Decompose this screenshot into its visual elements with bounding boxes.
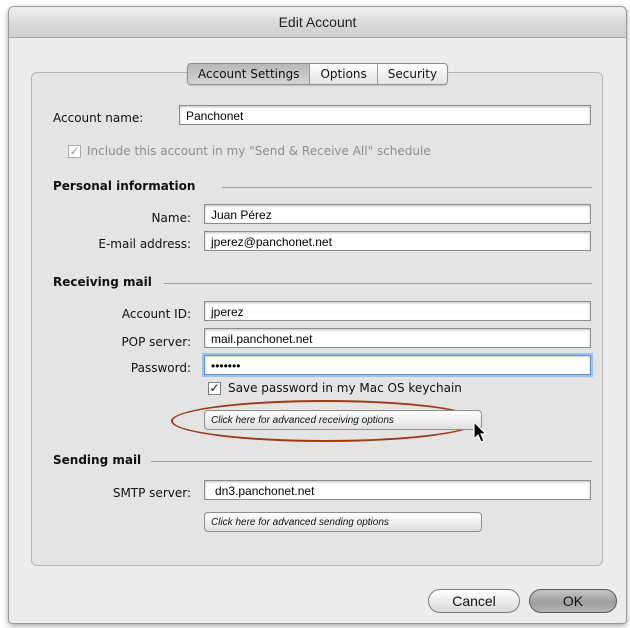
include-send-receive-label: Include this account in my "Send & Recei…	[87, 144, 431, 158]
tab-security[interactable]: Security	[376, 64, 447, 84]
include-send-receive-checkbox[interactable]: ✓	[68, 145, 81, 158]
tab-options[interactable]: Options	[309, 64, 376, 84]
sending-mail-heading: Sending mail	[53, 453, 142, 467]
email-label: E-mail address:	[98, 237, 191, 251]
password-field[interactable]: •••••••	[204, 355, 591, 375]
account-id-label: Account ID:	[121, 307, 191, 321]
sending-mail-divider	[151, 461, 592, 462]
account-name-field[interactable]: Panchonet	[179, 105, 591, 125]
smtp-server-label: SMTP server:	[112, 486, 191, 500]
cancel-button[interactable]: Cancel	[428, 589, 520, 613]
email-field[interactable]: jperez@panchonet.net	[204, 231, 591, 251]
smtp-server-field[interactable]: dn3.panchonet.net	[204, 480, 591, 500]
tab-account-settings[interactable]: Account Settings	[188, 64, 310, 84]
tab-bar: Account Settings Options Security	[187, 63, 449, 85]
advanced-sending-options-button[interactable]: Click here for advanced sending options	[204, 512, 482, 532]
pop-server-label: POP server:	[121, 335, 191, 349]
name-label: Name:	[151, 211, 191, 225]
save-password-checkbox[interactable]: ✓	[208, 382, 221, 395]
save-password-label: Save password in my Mac OS keychain	[228, 381, 462, 395]
advanced-receiving-options-button[interactable]: Click here for advanced receiving option…	[204, 410, 482, 430]
window-title: Edit Account	[9, 7, 626, 38]
receiving-mail-divider	[164, 283, 592, 284]
edit-account-window: Edit Account Account Settings Options Se…	[8, 6, 627, 624]
name-field[interactable]: Juan Pérez	[204, 204, 591, 224]
ok-button[interactable]: OK	[529, 589, 617, 613]
account-name-label: Account name:	[53, 111, 144, 125]
personal-information-heading: Personal information	[53, 179, 196, 193]
pop-server-field[interactable]: mail.panchonet.net	[204, 328, 591, 348]
account-id-field[interactable]: jperez	[204, 301, 591, 321]
receiving-mail-heading: Receiving mail	[53, 275, 152, 289]
mouse-pointer-icon	[473, 421, 488, 443]
password-label: Password:	[130, 361, 191, 375]
personal-information-divider	[222, 187, 592, 188]
